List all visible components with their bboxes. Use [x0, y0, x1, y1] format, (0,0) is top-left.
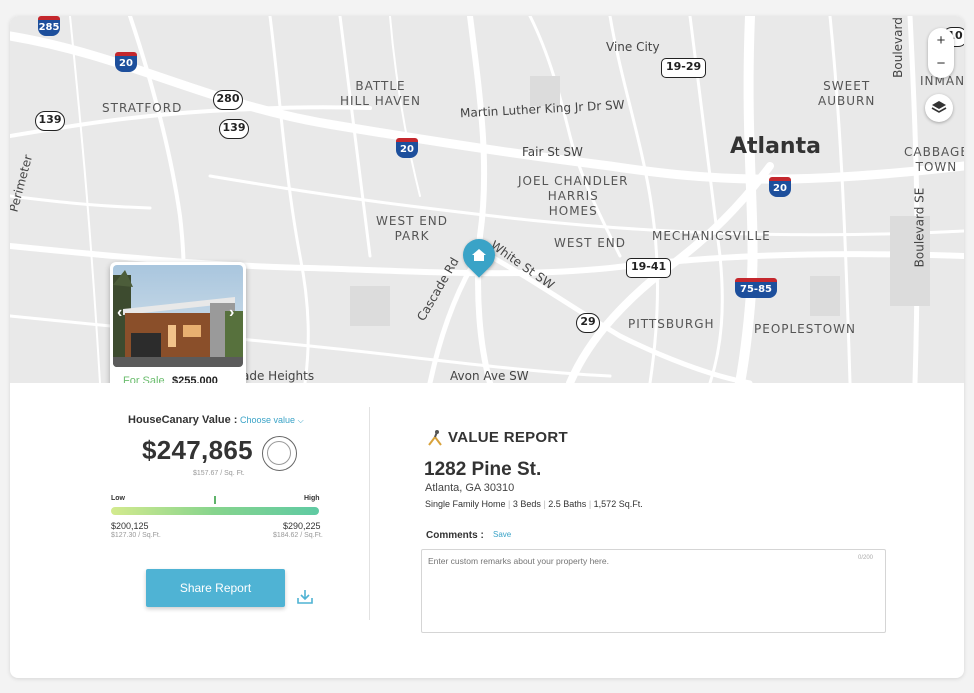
address-city: Atlanta, GA 30310	[425, 482, 515, 494]
listing-price: $255,000	[172, 375, 218, 383]
map-street-label: Boulevard	[890, 17, 905, 78]
map-street-label: Vine City	[606, 40, 660, 54]
map[interactable]: STRATFORD BATTLE HILL HAVEN SWEET AUBURN…	[10, 16, 964, 383]
chevron-down-icon: ⌵	[297, 416, 304, 425]
download-icon[interactable]	[296, 589, 314, 605]
highway-shield: 20	[396, 138, 418, 158]
range-high-label: High	[304, 495, 320, 502]
home-icon	[472, 249, 486, 261]
value-per-sqft: $157.67 / Sq. Ft.	[193, 470, 245, 477]
property-beds: 3 Beds	[512, 499, 541, 509]
highway-shield: 285	[38, 16, 60, 36]
report-card: STRATFORD BATTLE HILL HAVEN SWEET AUBURN…	[10, 16, 964, 678]
seal-icon	[262, 436, 297, 471]
map-street-label: Boulevard SE	[912, 187, 927, 268]
property-specs: Single Family Home | 3 Beds | 2.5 Baths …	[425, 499, 643, 509]
layers-icon	[931, 101, 947, 113]
zoom-control: + −	[928, 28, 954, 78]
map-label-west-end: WEST END	[554, 236, 627, 250]
range-low-label: Low	[111, 495, 125, 502]
highway-shield: 19-29	[661, 58, 707, 78]
chevron-right-icon[interactable]: ›	[229, 304, 234, 322]
share-report-button[interactable]: Share Report	[146, 569, 285, 607]
comments-label: Comments :	[426, 530, 484, 541]
range-high-per-sqft: $184.62 / Sq.Ft.	[273, 532, 323, 539]
property-sqft: 1,572 Sq.Ft.	[593, 499, 643, 509]
map-label-battle-hill-haven: BATTLE HILL HAVEN	[340, 79, 421, 108]
panel-divider	[369, 407, 370, 620]
map-label-city: Atlanta	[730, 134, 821, 159]
map-label-joel-chandler: JOEL CHANDLER HARRIS HOMES	[518, 174, 629, 218]
range-low-value: $200,125	[111, 521, 149, 531]
highway-shield: 280	[213, 90, 243, 110]
range-high-value: $290,225	[283, 521, 321, 531]
listing-card[interactable]: ‹ › For Sale $255,000	[110, 262, 246, 383]
house-photo	[113, 265, 243, 367]
map-label-west-end-park: WEST END PARK	[376, 214, 449, 243]
map-label-stratford: STRATFORD	[102, 101, 183, 115]
choose-value-dropdown[interactable]: Choose value ⌵	[240, 415, 304, 426]
map-street-label: Fair St SW	[522, 145, 583, 159]
estimated-value: $247,865	[142, 435, 253, 465]
highway-shield: 20	[115, 52, 137, 72]
char-counter: 0/200	[858, 555, 874, 561]
map-label-sweet-auburn: SWEET AUBURN	[818, 79, 876, 108]
map-label-pittsburgh: PITTSBURGH	[628, 317, 715, 331]
listing-photo	[113, 265, 243, 367]
seal-inner-ring	[267, 441, 291, 465]
highway-shield: 139	[35, 111, 65, 131]
value-report-icon	[428, 430, 442, 446]
highway-shield: 75-85	[735, 278, 777, 298]
property-baths: 2.5 Baths	[548, 499, 587, 509]
valuation-label: HouseCanary Value :	[128, 414, 238, 426]
listing-status: For Sale	[123, 375, 165, 383]
value-marker	[214, 496, 216, 504]
report-panel: HouseCanary Value : Choose value ⌵ $247,…	[10, 383, 964, 678]
choose-value-label: Choose value	[240, 415, 296, 425]
remarks-input[interactable]	[421, 549, 886, 633]
map-label-cabbagetown: CABBAGE TOWN	[904, 145, 964, 174]
zoom-out-button[interactable]: −	[928, 53, 954, 78]
map-street-label: ade Heights	[242, 369, 315, 383]
chevron-left-icon[interactable]: ‹	[117, 304, 122, 322]
report-title: VALUE REPORT	[448, 429, 568, 446]
highway-shield: 19-41	[626, 258, 672, 278]
highway-shield: 29	[576, 313, 600, 333]
value-range-bar	[111, 507, 319, 515]
address-street: 1282 Pine St.	[424, 459, 542, 480]
zoom-in-button[interactable]: +	[928, 28, 954, 53]
layers-button[interactable]	[925, 94, 953, 122]
map-label-peoplestown: PEOPLESTOWN	[754, 322, 857, 336]
map-label-mechanicsville: MECHANICSVILLE	[652, 229, 771, 243]
highway-shield: 139	[219, 119, 249, 139]
range-low-per-sqft: $127.30 / Sq.Ft.	[111, 532, 161, 539]
highway-shield: 20	[769, 177, 791, 197]
property-type: Single Family Home	[425, 499, 506, 509]
save-comments-button[interactable]: Save	[493, 530, 511, 539]
map-street-label: Avon Ave SW	[450, 369, 529, 383]
